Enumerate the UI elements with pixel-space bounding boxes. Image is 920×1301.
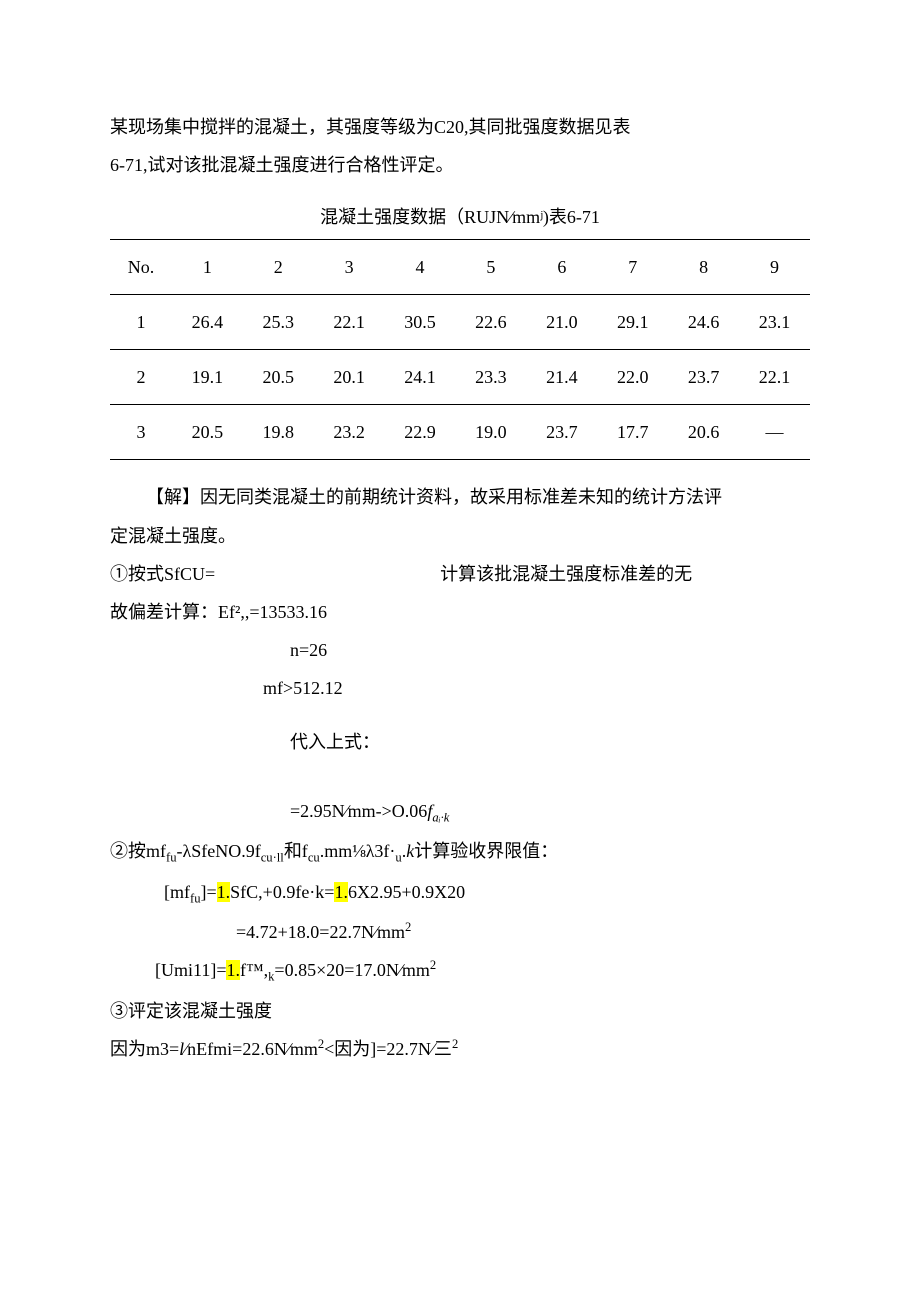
table-cell: 20.1: [314, 349, 385, 404]
solution-p10: =4.72+18.0=22.7N∕mm2: [236, 915, 810, 949]
strength-data-table: No. 1 2 3 4 5 6 7 8 9 1 26.4 25.3 22.1 3…: [110, 239, 810, 461]
table-cell: 19.0: [455, 405, 526, 460]
solution-p6: 代入上式：: [290, 725, 810, 759]
solution-p8: ②按mffu-λSfeNO.9fcu·ll和fcu.mm⅛λ3f·u.k计算验收…: [110, 834, 810, 871]
table-header-cell: 3: [314, 239, 385, 294]
table-header-cell: 7: [597, 239, 668, 294]
p9-end: 6X2.95+0.9X20: [348, 882, 465, 902]
p10-sup: 2: [405, 920, 411, 934]
solution-p4: n=26: [290, 633, 810, 667]
intro-line-1: 某现场集中搅拌的混凝土，其强度等级为C20,其同批强度数据见表: [110, 110, 810, 144]
table-cell: 29.1: [597, 294, 668, 349]
table-header-cell: 8: [668, 239, 739, 294]
p8-mid1: -λSfeNO.9f: [177, 841, 261, 861]
p9-pre: [mf: [164, 882, 190, 902]
intro-line-2: 6-71,试对该批混凝土强度进行合格性评定。: [110, 148, 810, 182]
p11-hl: 1.: [226, 960, 240, 980]
solution-p3: 故偏差计算：Ef²,,=13533.16: [110, 595, 810, 629]
solution-p1a: 【解】因无同类混凝土的前期统计资料，故采用标准差未知的统计方法评: [110, 480, 810, 514]
table-cell: 19.1: [172, 349, 243, 404]
table-cell: 23.7: [526, 405, 597, 460]
table-header-cell: 1: [172, 239, 243, 294]
p13-pre: 因为m3=: [110, 1039, 179, 1059]
solution-p9: [mffu]=1.SfC,+0.9fe·k=1.6X2.95+0.9X20: [164, 875, 810, 912]
table-cell: 23.2: [314, 405, 385, 460]
table-cell: 22.6: [455, 294, 526, 349]
table-cell: 23.3: [455, 349, 526, 404]
p8-pre: ②按mf: [110, 841, 166, 861]
table-cell: 1: [110, 294, 172, 349]
p8-sub2: cu·ll: [261, 851, 284, 865]
p9-sub: fu: [190, 891, 201, 905]
table-header-cell: 4: [385, 239, 456, 294]
table-cell: 20.6: [668, 405, 739, 460]
table-header-cell: 5: [455, 239, 526, 294]
table-cell: 17.7: [597, 405, 668, 460]
p10-text: =4.72+18.0=22.7N∕mm: [236, 922, 405, 942]
table-cell: 26.4: [172, 294, 243, 349]
table-caption: 混凝土强度数据（RUJN∕mmʲ)表6-71: [110, 200, 810, 234]
solution-p13: 因为m3=l∕nEfmi=22.6N∕mm2<因为]=22.7N∕三2: [110, 1032, 810, 1066]
p11-mid: f™,: [240, 960, 268, 980]
p9-mid1: ]=: [201, 882, 217, 902]
p11-pre: [Umi11]=: [155, 960, 226, 980]
table-cell: 2: [110, 349, 172, 404]
table-header-row: No. 1 2 3 4 5 6 7 8 9: [110, 239, 810, 294]
solution-p5: mf>512.12: [263, 671, 810, 705]
p9-mid2: SfC,+0.9fe·k=: [230, 882, 334, 902]
document-page: 某现场集中搅拌的混凝土，其强度等级为C20,其同批强度数据见表 6-71,试对该…: [0, 0, 920, 1130]
p8-end: 计算验收界限值：: [414, 841, 558, 861]
table-row: 1 26.4 25.3 22.1 30.5 22.6 21.0 29.1 24.…: [110, 294, 810, 349]
p9-hl2: 1.: [334, 882, 348, 902]
p8-mid3: .mm⅛λ3f·: [320, 841, 396, 861]
table-cell: 25.3: [243, 294, 314, 349]
table-header-cell: 9: [739, 239, 810, 294]
solution-p12: ③评定该混凝土强度: [110, 994, 810, 1028]
table-header-cell: No.: [110, 239, 172, 294]
table-cell: 21.4: [526, 349, 597, 404]
solution-p1b: 定混凝土强度。: [110, 519, 810, 553]
table-cell: 22.0: [597, 349, 668, 404]
solution-p7: =2.95N∕mm->O.06faᵢ·k: [290, 794, 810, 831]
table-cell: 22.1: [739, 349, 810, 404]
table-cell: 22.1: [314, 294, 385, 349]
spacer: [110, 764, 810, 794]
p8-mid2: 和f: [284, 841, 308, 861]
table-cell: 23.7: [668, 349, 739, 404]
p8-sub3: cu: [308, 851, 320, 865]
p9-hl1: 1.: [217, 882, 231, 902]
table-cell: —: [739, 405, 810, 460]
table-cell: 24.1: [385, 349, 456, 404]
p13-mid2: <因为]=22.7N∕三: [324, 1039, 452, 1059]
p11-sup: 2: [430, 958, 436, 972]
table-cell: 19.8: [243, 405, 314, 460]
table-header-cell: 2: [243, 239, 314, 294]
table-cell: 21.0: [526, 294, 597, 349]
table-cell: 20.5: [172, 405, 243, 460]
p13-mid1: ∕nEfmi=22.6N∕mm: [184, 1039, 318, 1059]
table-row: 2 19.1 20.5 20.1 24.1 23.3 21.4 22.0 23.…: [110, 349, 810, 404]
p7-pre: =2.95N∕mm->O.06: [290, 801, 427, 821]
table-header-cell: 6: [526, 239, 597, 294]
p2-left: ①按式SfCU=: [110, 564, 215, 584]
table-cell: 3: [110, 405, 172, 460]
table-cell: 24.6: [668, 294, 739, 349]
p11-end: =0.85×20=17.0N∕mm: [274, 960, 429, 980]
p8-sub1: fu: [166, 851, 177, 865]
table-cell: 20.5: [243, 349, 314, 404]
solution-p11: [Umi11]=1.f™,k=0.85×20=17.0N∕mm2: [155, 953, 810, 990]
table-cell: 22.9: [385, 405, 456, 460]
p7-sub: aᵢ·k: [432, 810, 449, 824]
table-cell: 23.1: [739, 294, 810, 349]
p13-sup2: 2: [452, 1037, 458, 1051]
table-row: 3 20.5 19.8 23.2 22.9 19.0 23.7 17.7 20.…: [110, 405, 810, 460]
p2-right: 计算该批混凝土强度标准差的无: [440, 564, 692, 584]
table-cell: 30.5: [385, 294, 456, 349]
solution-p2: ①按式SfCU= 计算该批混凝土强度标准差的无: [110, 557, 810, 591]
